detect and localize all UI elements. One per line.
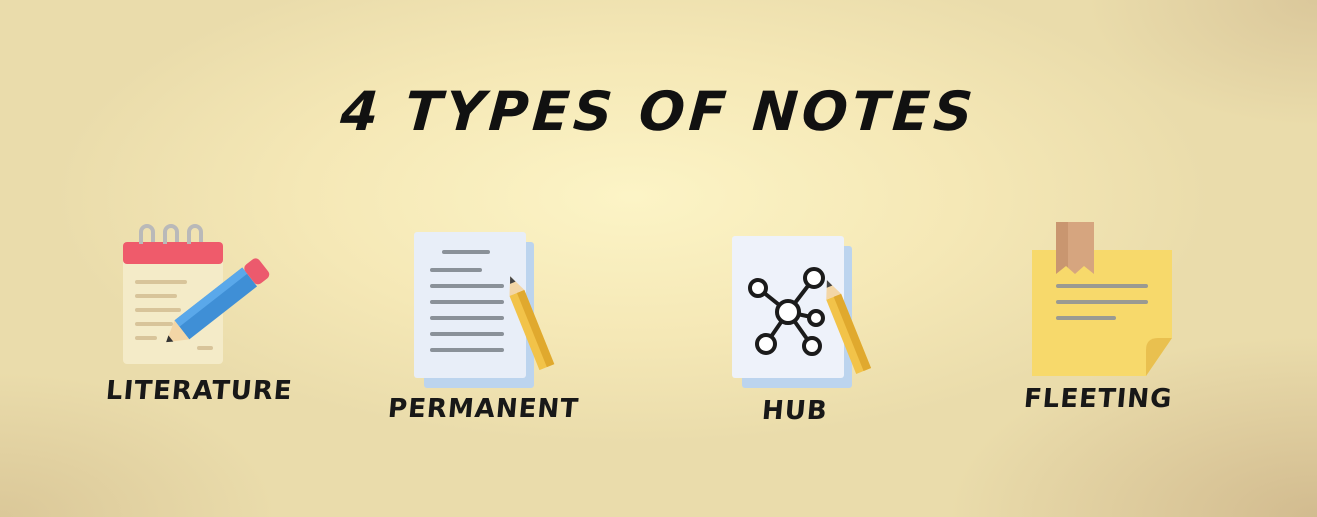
note-type-label-hub: Hub — [760, 396, 830, 426]
note-type-literature — [115, 220, 285, 370]
note-type-label-literature: Literature — [104, 376, 294, 406]
slide: 4 Types of notes — [0, 0, 1317, 517]
document-pencil-icon — [414, 232, 555, 388]
sticky-note-icon — [1032, 222, 1172, 376]
note-type-permanent — [410, 230, 560, 390]
note-type-label-fleeting: Fleeting — [1022, 384, 1174, 414]
note-type-hub — [728, 234, 878, 394]
note-type-label-permanent: Permanent — [386, 394, 581, 424]
notepad-pencil-icon — [123, 224, 270, 364]
note-type-fleeting — [1028, 220, 1178, 380]
slide-title: 4 Types of notes — [338, 80, 979, 143]
network-document-icon — [732, 236, 872, 388]
